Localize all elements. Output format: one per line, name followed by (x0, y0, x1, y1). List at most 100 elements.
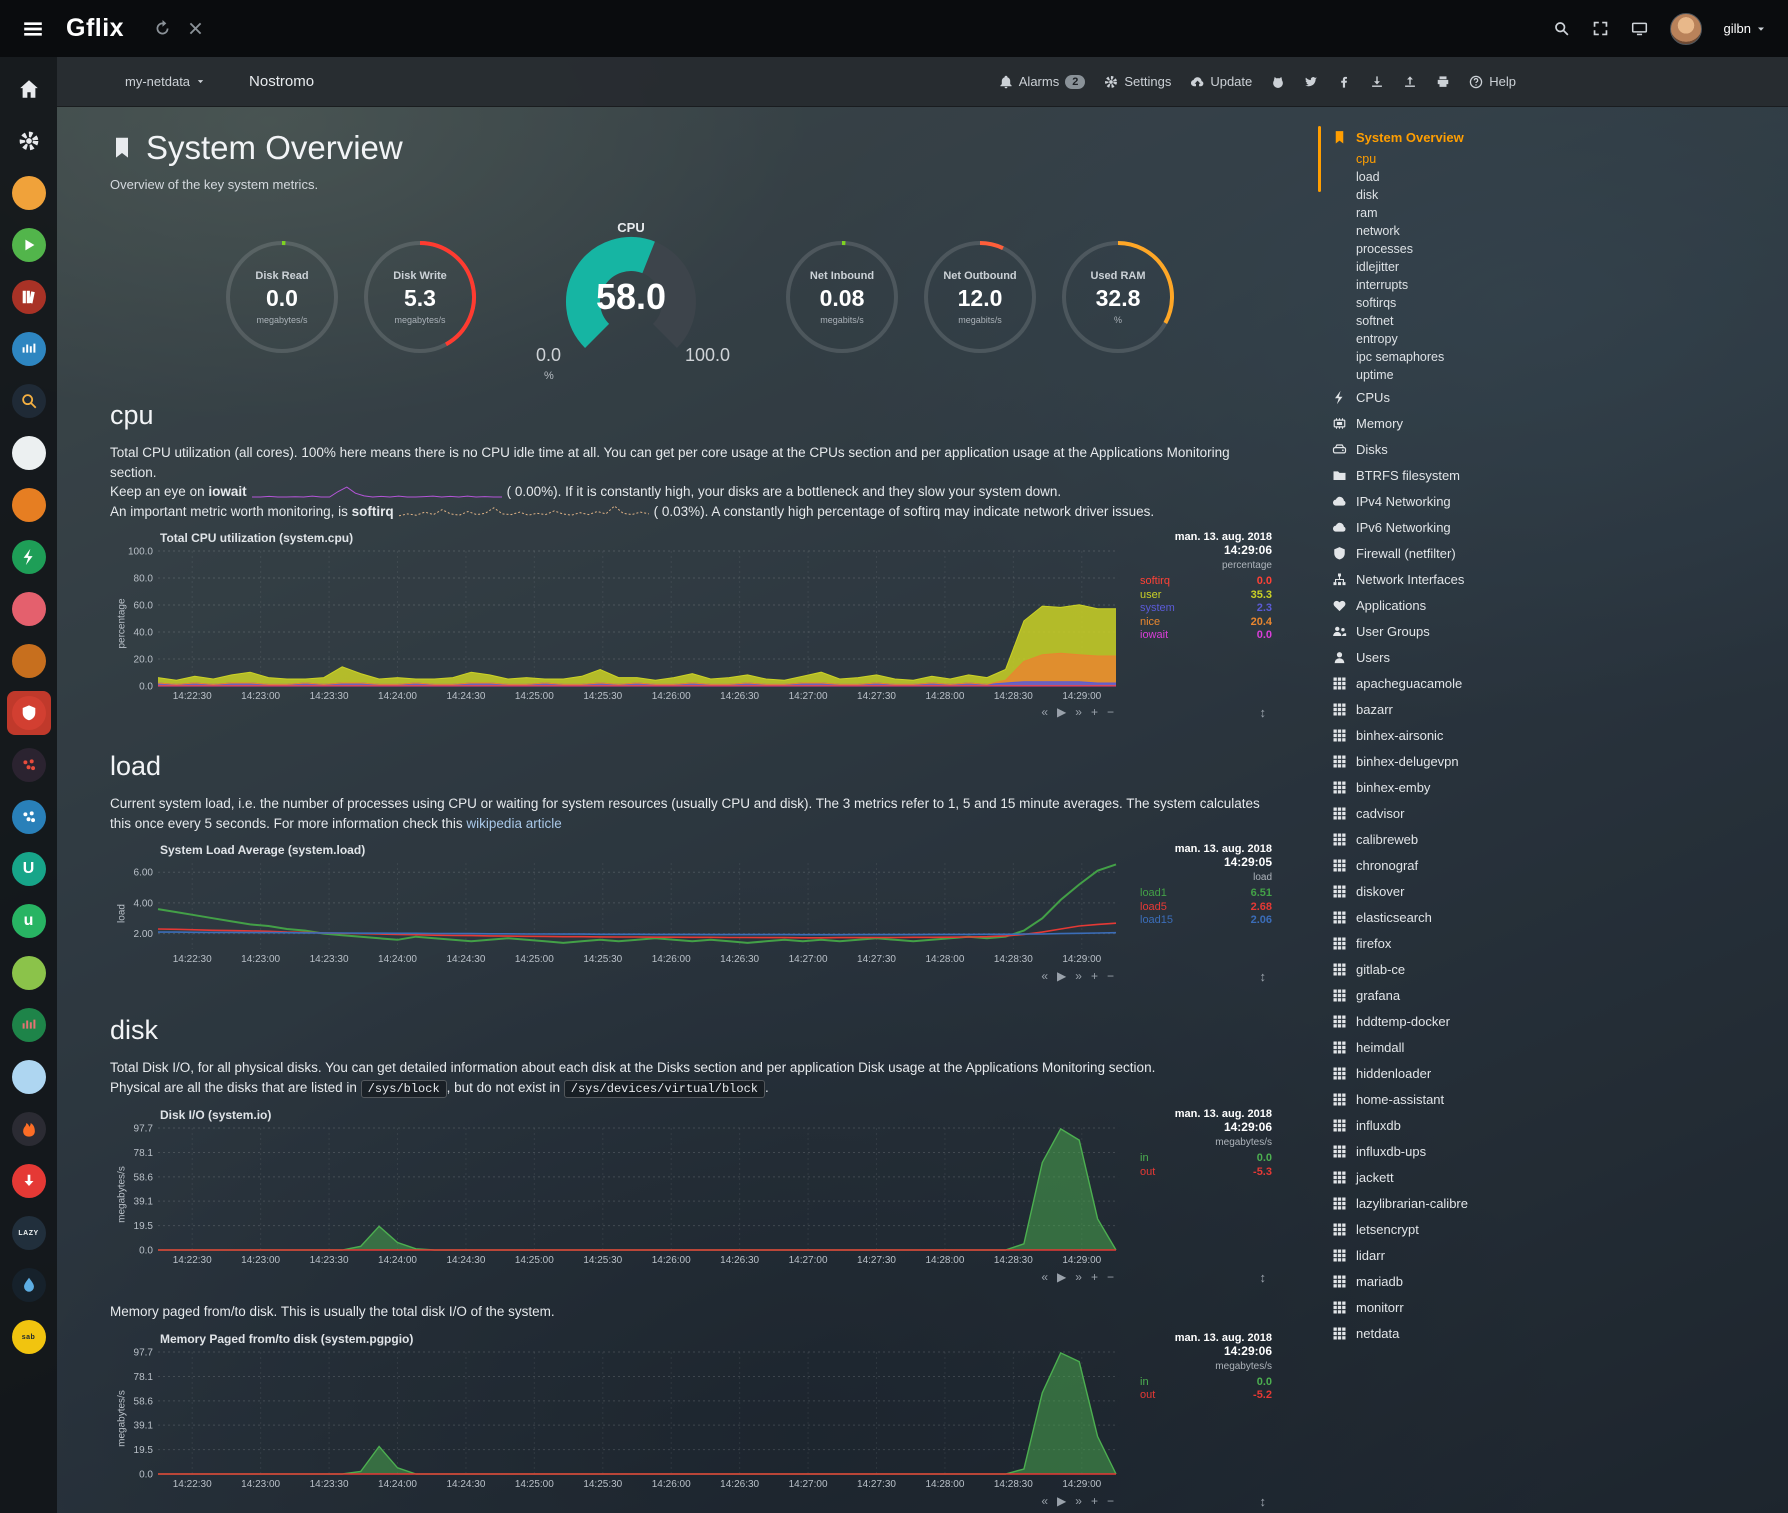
chart-resize-handle[interactable]: ↕ (1260, 969, 1267, 984)
server-dropdown[interactable]: my-netdata (125, 74, 205, 89)
sidebar-settings[interactable] (7, 119, 51, 163)
avatar[interactable] (1670, 13, 1702, 45)
menu-item-entropy[interactable]: entropy (1332, 330, 1772, 348)
menu-item-disk[interactable]: disk (1332, 186, 1772, 204)
menu-item-apacheguacamole[interactable]: apacheguacamole (1332, 670, 1772, 696)
menu-item-calibreweb[interactable]: calibreweb (1332, 826, 1772, 852)
menu-item-ipv6-networking[interactable]: IPv6 Networking (1332, 514, 1772, 540)
legend-item-system[interactable]: system2.3 (1140, 602, 1272, 616)
twitter-button[interactable] (1304, 75, 1318, 89)
menu-item-user-groups[interactable]: User Groups (1332, 618, 1772, 644)
hamburger-menu-icon[interactable] (22, 18, 44, 40)
chart-zoom-in-button[interactable]: + (1091, 969, 1098, 983)
menu-item-bazarr[interactable]: bazarr (1332, 696, 1772, 722)
chart-plot-area[interactable]: 14:22:3014:23:0014:23:3014:24:0014:24:30… (112, 858, 1122, 966)
menu-item-chronograf[interactable]: chronograf (1332, 852, 1772, 878)
chart-zoom-in-button[interactable]: + (1091, 1494, 1098, 1508)
menu-item-cadvisor[interactable]: cadvisor (1332, 800, 1772, 826)
sidebar-app-teal-u[interactable]: U (7, 847, 51, 891)
legend-item-in[interactable]: in0.0 (1140, 1376, 1272, 1390)
sidebar-app-light-circle[interactable] (7, 431, 51, 475)
refresh-tab-icon[interactable] (154, 20, 171, 37)
menu-item-binhex-delugevpn[interactable]: binhex-delugevpn (1332, 748, 1772, 774)
menu-item-users[interactable]: Users (1332, 644, 1772, 670)
menu-item-monitorr[interactable]: monitorr (1332, 1294, 1772, 1320)
menu-item-heimdall[interactable]: heimdall (1332, 1034, 1772, 1060)
menu-item-netdata[interactable]: netdata (1332, 1320, 1772, 1346)
screen-icon[interactable] (1631, 20, 1648, 37)
menu-item-load[interactable]: load (1332, 168, 1772, 186)
menu-item-diskover[interactable]: diskover (1332, 878, 1772, 904)
legend-item-out[interactable]: out-5.3 (1140, 1166, 1272, 1180)
menu-item-grafana[interactable]: grafana (1332, 982, 1772, 1008)
menu-item-firewall-netfilter-[interactable]: Firewall (netfilter) (1332, 540, 1772, 566)
sidebar-home[interactable] (7, 67, 51, 111)
chart-resize-handle[interactable]: ↕ (1260, 705, 1267, 720)
menu-item-system-overview[interactable]: System Overview (1332, 124, 1772, 150)
menu-item-binhex-airsonic[interactable]: binhex-airsonic (1332, 722, 1772, 748)
help-button[interactable]: Help (1469, 74, 1516, 89)
menu-item-processes[interactable]: processes (1332, 240, 1772, 258)
sidebar-app-green-play[interactable] (7, 223, 51, 267)
legend-item-load1[interactable]: load16.51 (1140, 887, 1272, 901)
chart-zoom-out-button[interactable]: − (1107, 705, 1114, 719)
menu-item-ipv4-networking[interactable]: IPv4 Networking (1332, 488, 1772, 514)
menu-item-jackett[interactable]: jackett (1332, 1164, 1772, 1190)
menu-item-disks[interactable]: Disks (1332, 436, 1772, 462)
menu-item-letsencrypt[interactable]: letsencrypt (1332, 1216, 1772, 1242)
fullscreen-icon[interactable] (1592, 20, 1609, 37)
menu-item-ipc-semaphores[interactable]: ipc semaphores (1332, 348, 1772, 366)
user-menu[interactable]: gilbn (1724, 21, 1766, 36)
menu-item-idlejitter[interactable]: idlejitter (1332, 258, 1772, 276)
menu-item-network-interfaces[interactable]: Network Interfaces (1332, 566, 1772, 592)
chart-resize-handle[interactable]: ↕ (1260, 1270, 1267, 1285)
chart-pan-back-button[interactable]: « (1041, 705, 1048, 719)
menu-item-influxdb-ups[interactable]: influxdb-ups (1332, 1138, 1772, 1164)
menu-item-influxdb[interactable]: influxdb (1332, 1112, 1772, 1138)
menu-item-memory[interactable]: Memory (1332, 410, 1772, 436)
menu-item-softirqs[interactable]: softirqs (1332, 294, 1772, 312)
menu-item-softnet[interactable]: softnet (1332, 312, 1772, 330)
menu-item-home-assistant[interactable]: home-assistant (1332, 1086, 1772, 1112)
sidebar-app-green-bolt[interactable] (7, 535, 51, 579)
menu-item-mariadb[interactable]: mariadb (1332, 1268, 1772, 1294)
github-button[interactable] (1271, 75, 1285, 89)
menu-item-ram[interactable]: ram (1332, 204, 1772, 222)
chart-zoom-out-button[interactable]: − (1107, 1270, 1114, 1284)
chart-plot-area[interactable]: 14:22:3014:23:0014:23:3014:24:0014:24:30… (112, 1347, 1122, 1491)
update-button[interactable]: Update (1190, 74, 1252, 89)
menu-item-lazylibrarian-calibre[interactable]: lazylibrarian-calibre (1332, 1190, 1772, 1216)
sidebar-app-green-u[interactable]: u (7, 899, 51, 943)
export-button[interactable] (1370, 75, 1384, 89)
chart-zoom-out-button[interactable]: − (1107, 1494, 1114, 1508)
sidebar-app-sky-circle[interactable] (7, 1055, 51, 1099)
menu-item-hiddenloader[interactable]: hiddenloader (1332, 1060, 1772, 1086)
legend-item-iowait[interactable]: iowait0.0 (1140, 629, 1272, 643)
sidebar-app-red-dots[interactable] (7, 743, 51, 787)
sidebar-app-search[interactable] (7, 379, 51, 423)
search-icon[interactable] (1553, 20, 1570, 37)
chart-pan-forward-button[interactable]: » (1075, 705, 1082, 719)
menu-item-gitlab-ce[interactable]: gitlab-ce (1332, 956, 1772, 982)
chart-pan-forward-button[interactable]: » (1075, 1270, 1082, 1284)
sidebar-app-books[interactable] (7, 275, 51, 319)
chart-zoom-in-button[interactable]: + (1091, 1270, 1098, 1284)
legend-item-nice[interactable]: nice20.4 (1140, 616, 1272, 630)
sidebar-app-soundbars[interactable] (7, 327, 51, 371)
legend-item-load15[interactable]: load152.06 (1140, 914, 1272, 928)
sidebar-app-down-arrow[interactable] (7, 1159, 51, 1203)
menu-item-cpus[interactable]: CPUs (1332, 384, 1772, 410)
sidebar-app-red-shield[interactable] (7, 691, 51, 735)
sidebar-app-pink-circle[interactable] (7, 587, 51, 631)
wikipedia-link[interactable]: wikipedia article (466, 816, 561, 831)
chart-resize-handle[interactable]: ↕ (1260, 1494, 1267, 1509)
chart-play-button[interactable]: ▶ (1057, 1494, 1066, 1508)
menu-item-binhex-emby[interactable]: binhex-emby (1332, 774, 1772, 800)
chart-play-button[interactable]: ▶ (1057, 1270, 1066, 1284)
menu-item-applications[interactable]: Applications (1332, 592, 1772, 618)
sidebar-app-sab[interactable]: sab (7, 1315, 51, 1359)
sidebar-app-orange-ball[interactable] (7, 483, 51, 527)
menu-item-hddtemp-docker[interactable]: hddtemp-docker (1332, 1008, 1772, 1034)
legend-item-user[interactable]: user35.3 (1140, 589, 1272, 603)
menu-item-btrfs-filesystem[interactable]: BTRFS filesystem (1332, 462, 1772, 488)
